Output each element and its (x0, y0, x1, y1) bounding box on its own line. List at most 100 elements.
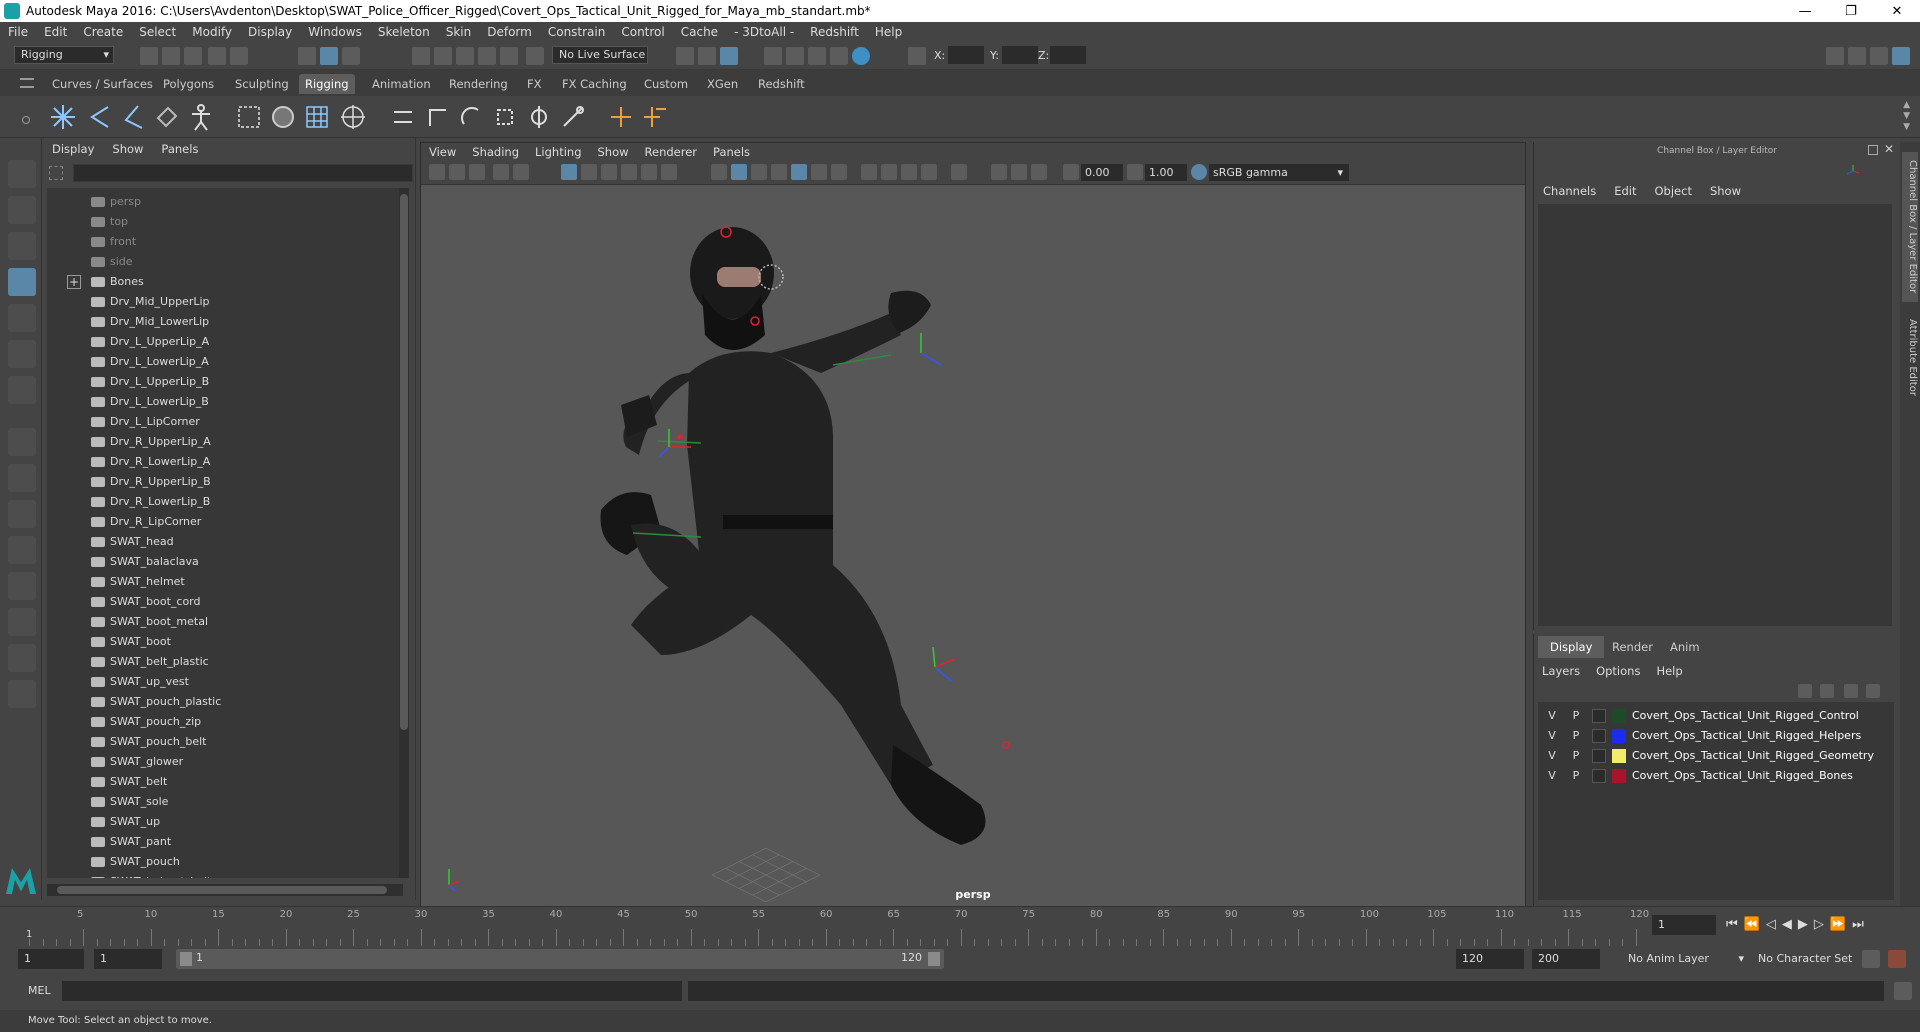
render-view-icon[interactable] (764, 47, 782, 65)
xray-joints-icon[interactable] (991, 164, 1007, 180)
point-constraint-icon[interactable] (388, 102, 418, 132)
lattice-icon[interactable] (302, 102, 332, 132)
outliner-item[interactable]: SWAT_glower (91, 752, 183, 772)
use-lights-icon[interactable] (811, 164, 827, 180)
outliner-item[interactable]: SWAT_boot_metal (91, 612, 208, 632)
tab-polygons[interactable]: Polygons (157, 74, 220, 94)
menu-windows[interactable]: Windows (300, 25, 370, 39)
playback-end-field[interactable]: 120 (1456, 949, 1524, 969)
grid-icon[interactable] (561, 164, 577, 180)
outliner-search-input[interactable] (73, 164, 413, 182)
new-scene-icon[interactable] (140, 47, 158, 65)
menu-3dtoall[interactable]: - 3DtoAll - (726, 25, 802, 39)
select-hierarchy-icon[interactable] (298, 47, 316, 65)
ambient-occlusion-icon[interactable] (861, 164, 877, 180)
live-surface-field[interactable]: No Live Surface (552, 46, 648, 64)
outliner-item[interactable]: SWAT_pouch_belt (91, 732, 206, 752)
tab-custom[interactable]: Custom (638, 74, 694, 94)
outliner-item[interactable]: SWAT_boot (91, 632, 171, 652)
menu-select[interactable]: Select (131, 25, 184, 39)
tab-render[interactable]: Render (1600, 636, 1665, 658)
select-component-icon[interactable] (342, 47, 360, 65)
quick-rig-icon[interactable] (186, 102, 216, 132)
tab-fx-caching[interactable]: FX Caching (556, 74, 633, 94)
viewport-menu-shading[interactable]: Shading (464, 145, 527, 159)
layout-stacked-icon[interactable] (8, 536, 36, 564)
channel-menu-edit[interactable]: Edit (1605, 184, 1645, 198)
play-forward-icon[interactable]: ▶ (1798, 917, 1808, 932)
layer-row[interactable]: V P Covert_Ops_Tactical_Unit_Rigged_Geomet… (1538, 746, 1894, 766)
tab-fx[interactable]: FX (521, 74, 548, 94)
shadows-icon[interactable] (831, 164, 847, 180)
layer-color-swatch[interactable] (1612, 729, 1626, 743)
outliner-item[interactable]: Drv_R_LipCorner (91, 512, 201, 532)
magnet-icon[interactable] (526, 47, 544, 65)
layer-display-type-toggle[interactable] (1592, 749, 1606, 763)
time-slider[interactable]: 5 10 15 20 25 30 35 40 45 50 55 60 65 70 75 80 85 90 95 100… (0, 906, 1920, 947)
tab-rigging[interactable]: Rigging (299, 74, 355, 94)
viewport-menu-show[interactable]: Show (590, 145, 637, 159)
outliner-item[interactable]: SWAT_boot_cord (91, 592, 201, 612)
close-button[interactable]: ✕ (1874, 4, 1920, 19)
layout-four-icon[interactable] (8, 464, 36, 492)
layer-color-swatch[interactable] (1612, 749, 1626, 763)
new-layer-from-selected-icon[interactable] (1866, 684, 1880, 698)
channel-menu-channels[interactable]: Channels (1534, 184, 1605, 198)
depth-of-field-icon[interactable] (921, 164, 937, 180)
expand-toggle-icon[interactable]: + (67, 275, 81, 289)
scale-tool-icon[interactable] (8, 340, 36, 368)
outliner-item[interactable]: SWAT_up (91, 812, 160, 832)
xray-active-icon[interactable] (1011, 164, 1027, 180)
gate-mask-icon[interactable] (621, 164, 637, 180)
outliner-item[interactable]: Drv_L_UpperLip_B (91, 372, 209, 392)
ik-spline-icon[interactable] (152, 102, 182, 132)
smooth-shade-icon[interactable] (731, 164, 747, 180)
outliner-item[interactable]: Drv_R_LowerLip_A (91, 452, 210, 472)
cluster-icon[interactable] (338, 102, 368, 132)
outliner-item[interactable]: Drv_L_LowerLip_B (91, 392, 209, 412)
channel-box-body[interactable] (1538, 204, 1892, 626)
layer-visibility-toggle[interactable]: V (1544, 726, 1560, 746)
render-settings-icon[interactable] (830, 47, 848, 65)
layout-custom-icon[interactable] (8, 644, 36, 672)
outliner-filter-icon[interactable] (49, 166, 63, 180)
layer-menu-help[interactable]: Help (1648, 664, 1690, 678)
isolate-select-icon[interactable] (951, 164, 967, 180)
layer-row[interactable]: V P Covert_Ops_Tactical_Unit_Rigged_Helper… (1538, 726, 1894, 746)
play-backward-icon[interactable]: ◀ (1782, 917, 1792, 932)
menu-skin[interactable]: Skin (438, 25, 480, 39)
menu-create[interactable]: Create (75, 25, 131, 39)
save-scene-icon[interactable] (184, 47, 202, 65)
layer-visibility-toggle[interactable]: V (1544, 746, 1560, 766)
textured-icon[interactable] (791, 164, 807, 180)
outliner-item[interactable]: SWAT_pouch (91, 852, 180, 872)
bookmark-icon[interactable] (469, 164, 485, 180)
outliner-item[interactable]: top (91, 212, 128, 232)
auto-key-icon[interactable] (1862, 950, 1880, 968)
go-to-end-icon[interactable]: ⏭ (1852, 917, 1864, 932)
layer-visibility-toggle[interactable]: V (1544, 706, 1560, 726)
lasso-tool-icon[interactable] (8, 196, 36, 224)
outliner-item[interactable]: Drv_R_LowerLip_B (91, 492, 210, 512)
step-back-key-icon[interactable]: ⏪ (1744, 917, 1760, 932)
maximize-button[interactable]: ❐ (1828, 4, 1874, 19)
menu-cache[interactable]: Cache (673, 25, 726, 39)
joint-tool-icon[interactable] (48, 102, 78, 132)
gamma-icon[interactable] (1127, 164, 1143, 180)
select-tool-icon[interactable] (8, 160, 36, 188)
bind-skin-icon[interactable] (234, 102, 264, 132)
tab-curves-surfaces[interactable]: Curves / Surfaces (46, 74, 159, 94)
outliner-item[interactable]: SWAT_pouch_plastic (91, 692, 221, 712)
layout-options-icon[interactable] (8, 680, 36, 708)
channel-menu-show[interactable]: Show (1701, 184, 1750, 198)
snap-view-icon[interactable] (478, 47, 496, 65)
outliner-item[interactable]: Drv_Mid_UpperLip (91, 292, 210, 312)
viewport-menu-renderer[interactable]: Renderer (637, 145, 706, 159)
color-management-icon[interactable] (1191, 164, 1207, 180)
viewport-canvas[interactable]: persp (421, 185, 1525, 907)
menu-help[interactable]: Help (867, 25, 910, 39)
outliner-item[interactable]: SWAT_pouch_zip (91, 712, 201, 732)
outliner-menu-panels[interactable]: Panels (152, 142, 207, 156)
anim-layer-dropdown[interactable]: No Anim Layer ▾ (1622, 949, 1746, 969)
outliner-item[interactable]: persp (91, 192, 141, 212)
